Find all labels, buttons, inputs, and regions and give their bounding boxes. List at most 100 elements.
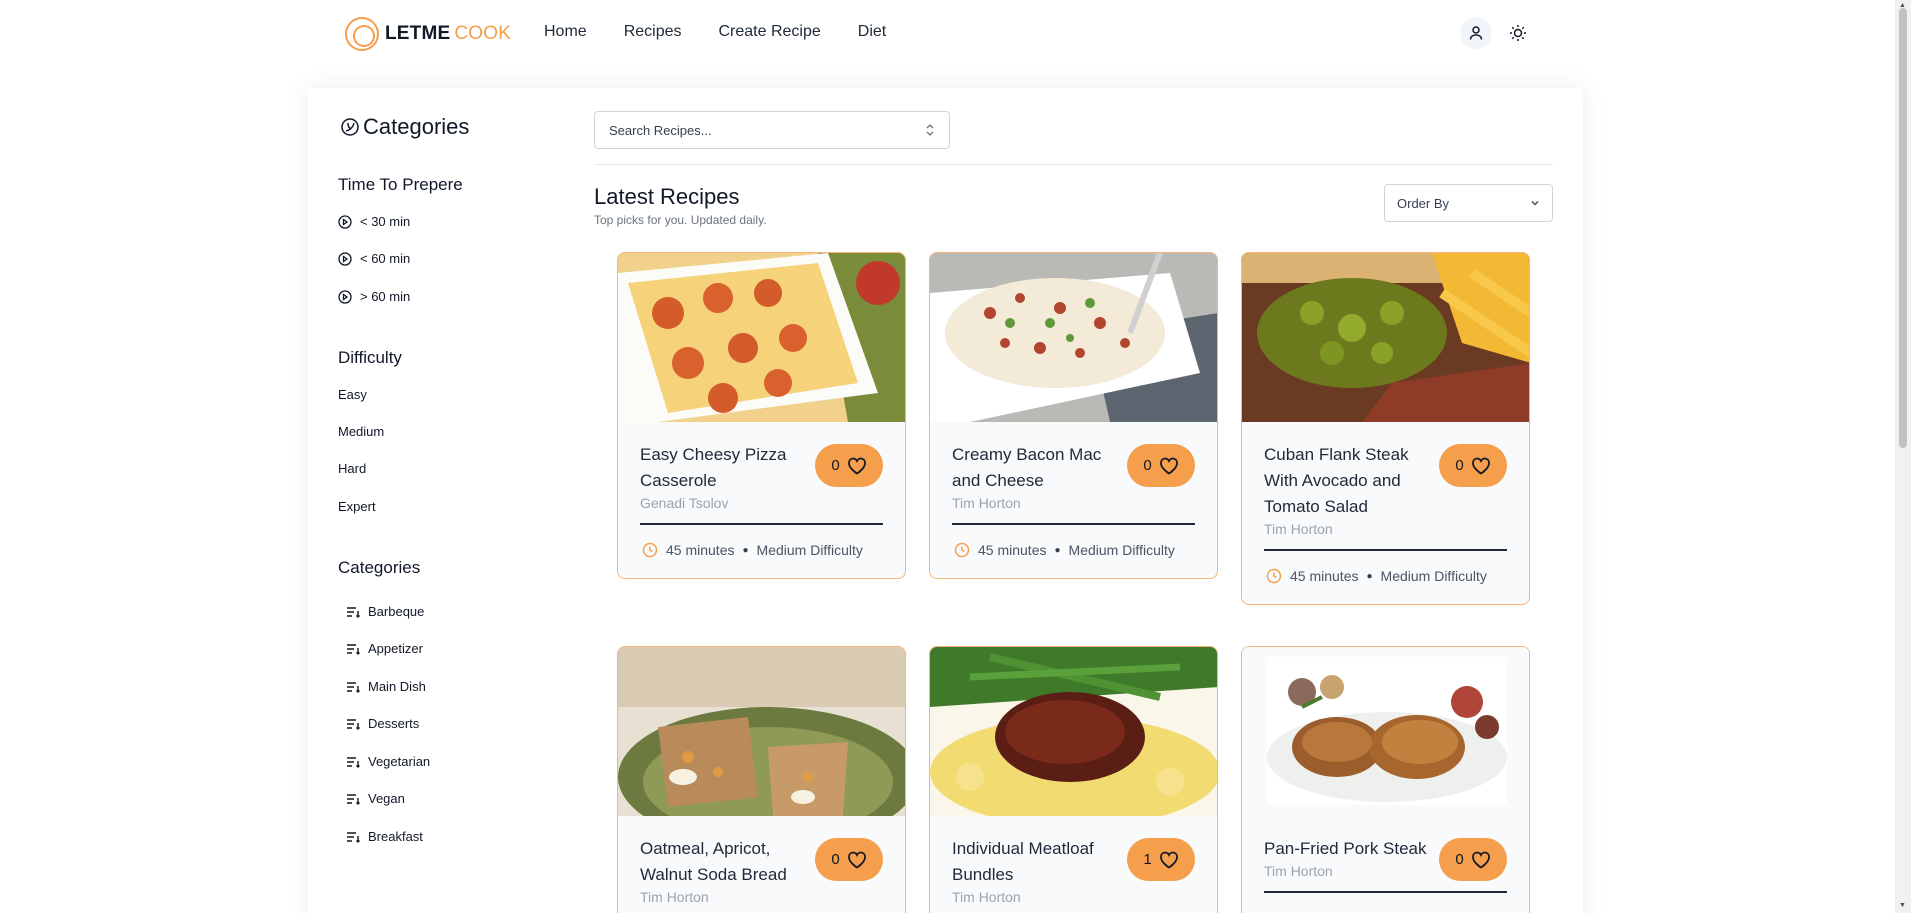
recipe-title[interactable]: Pan-Fried Pork Steak — [1264, 836, 1429, 862]
recipe-title[interactable]: Individual Meatloaf Bundles — [952, 836, 1117, 888]
difficulty-medium[interactable]: Medium — [338, 424, 384, 439]
category-desserts[interactable]: Desserts — [346, 716, 419, 731]
category-vegan[interactable]: Vegan — [346, 791, 405, 806]
recipe-time: 45 minutes — [978, 542, 1047, 558]
latest-recipes-title: Latest Recipes — [594, 184, 740, 209]
leaf-circle-icon — [341, 118, 359, 136]
recipe-title[interactable]: Creamy Bacon Mac and Cheese — [952, 442, 1117, 494]
difficulty-expert[interactable]: Expert — [338, 499, 376, 514]
clock-icon — [1266, 568, 1282, 584]
recipe-card[interactable]: Oatmeal, Apricot, Walnut Soda Bread Tim … — [617, 646, 906, 913]
top-navbar: LETME COOK Home Recipes Create Recipe Di… — [0, 0, 1895, 68]
sun-icon — [1510, 25, 1526, 41]
category-label: Vegan — [368, 791, 405, 806]
like-button[interactable]: 1 — [1127, 838, 1195, 881]
search-placeholder: Search Recipes... — [609, 122, 712, 138]
recipe-card-body: Pan-Fried Pork Steak Tim Horton 0 — [1242, 816, 1529, 893]
categories-heading: Categories — [338, 558, 421, 577]
user-button[interactable] — [1460, 17, 1492, 49]
recipe-image[interactable] — [930, 647, 1217, 816]
category-label: Main Dish — [368, 679, 426, 694]
recipe-meta: 45 minutes ● Medium Difficulty — [952, 525, 1195, 578]
difficulty-easy[interactable]: Easy — [338, 387, 367, 402]
brand-logo[interactable]: LETME COOK — [345, 17, 511, 51]
like-count: 0 — [831, 457, 840, 474]
list-icon — [347, 606, 360, 618]
like-button[interactable]: 0 — [815, 444, 883, 487]
recipe-card-body: Individual Meatloaf Bundles Tim Horton 1 — [930, 816, 1217, 905]
list-icon — [347, 643, 360, 655]
nav-create-recipe[interactable]: Create Recipe — [719, 23, 821, 41]
meta-separator: ● — [1366, 570, 1373, 582]
recipe-author: Genadi Tsolov — [640, 495, 729, 511]
latest-recipes-subtitle: Top picks for you. Updated daily. — [594, 213, 767, 227]
clock-icon — [954, 542, 970, 558]
time-item-gt60[interactable]: > 60 min — [338, 289, 410, 304]
search-input[interactable]: Search Recipes... — [594, 111, 950, 149]
like-count: 0 — [1455, 457, 1464, 474]
category-label: Appetizer — [368, 641, 423, 656]
chevron-updown-icon — [926, 124, 934, 136]
recipe-meta: 45 minutes ● Medium Difficulty — [640, 525, 883, 578]
like-count: 0 — [1455, 851, 1464, 868]
recipe-card-body: Oatmeal, Apricot, Walnut Soda Bread Tim … — [618, 816, 905, 905]
like-count: 0 — [1143, 457, 1152, 474]
brand-name-b: COOK — [454, 23, 512, 44]
category-vegetarian[interactable]: Vegetarian — [346, 754, 430, 769]
category-appetizer[interactable]: Appetizer — [346, 641, 423, 656]
recipe-time: 45 minutes — [666, 542, 735, 558]
nav-diet[interactable]: Diet — [858, 23, 886, 41]
recipe-difficulty: Medium Difficulty — [1380, 568, 1487, 584]
page-scrollbar[interactable]: ▲ ▼ — [1895, 0, 1911, 913]
orange-logo-icon — [345, 17, 379, 51]
recipe-title[interactable]: Cuban Flank Steak With Avocado and Tomat… — [1264, 442, 1429, 520]
brand-name: LETME COOK — [385, 23, 511, 45]
difficulty-hard[interactable]: Hard — [338, 461, 366, 476]
sidebar-title: Categories — [340, 114, 469, 140]
difficulty-heading: Difficulty — [338, 348, 402, 367]
like-button[interactable]: 0 — [815, 838, 883, 881]
recipe-card-body: Cuban Flank Steak With Avocado and Tomat… — [1242, 422, 1529, 604]
recipe-image[interactable] — [618, 647, 905, 816]
clock-play-icon — [338, 289, 352, 304]
heart-icon — [1471, 457, 1490, 475]
time-item-lt30[interactable]: < 30 min — [338, 214, 410, 229]
scrollbar-thumb[interactable] — [1899, 8, 1907, 448]
recipe-title[interactable]: Oatmeal, Apricot, Walnut Soda Bread — [640, 836, 805, 888]
nav-home[interactable]: Home — [544, 23, 587, 41]
recipe-author: Tim Horton — [952, 495, 1021, 511]
recipe-card[interactable]: Cuban Flank Steak With Avocado and Tomat… — [1241, 252, 1530, 605]
recipe-card[interactable]: Individual Meatloaf Bundles Tim Horton 1 — [929, 646, 1218, 913]
nav-recipes[interactable]: Recipes — [624, 23, 682, 41]
list-icon — [347, 681, 360, 693]
recipe-card[interactable]: Creamy Bacon Mac and Cheese Tim Horton 0… — [929, 252, 1218, 579]
order-by-select[interactable]: Order By — [1384, 184, 1553, 222]
like-button[interactable]: 0 — [1439, 444, 1507, 487]
clock-icon — [642, 542, 658, 558]
recipe-image[interactable] — [1242, 647, 1529, 816]
recipe-image[interactable] — [618, 253, 905, 422]
like-count: 0 — [831, 851, 840, 868]
recipe-card-body: Easy Cheesy Pizza Casserole Genadi Tsolo… — [618, 422, 905, 578]
recipe-card[interactable]: Easy Cheesy Pizza Casserole Genadi Tsolo… — [617, 252, 906, 579]
category-breakfast[interactable]: Breakfast — [346, 829, 423, 844]
recipe-meta: 45 minutes ● Medium Difficulty — [1264, 551, 1507, 604]
heart-icon — [847, 851, 866, 869]
recipe-difficulty: Medium Difficulty — [756, 542, 863, 558]
list-icon — [347, 756, 360, 768]
time-item-label: < 30 min — [360, 214, 411, 229]
category-main-dish[interactable]: Main Dish — [346, 679, 426, 694]
recipe-image[interactable] — [1242, 253, 1529, 422]
order-by-label: Order By — [1397, 195, 1450, 211]
header-actions — [1460, 17, 1534, 49]
scroll-down-icon[interactable]: ▼ — [1899, 902, 1906, 909]
recipe-image[interactable] — [930, 253, 1217, 422]
like-button[interactable]: 0 — [1439, 838, 1507, 881]
like-button[interactable]: 0 — [1127, 444, 1195, 487]
category-barbeque[interactable]: Barbeque — [346, 604, 424, 619]
theme-toggle-button[interactable] — [1502, 17, 1534, 49]
recipe-card[interactable]: Pan-Fried Pork Steak Tim Horton 0 — [1241, 646, 1530, 913]
heart-icon — [1159, 457, 1178, 475]
recipe-title[interactable]: Easy Cheesy Pizza Casserole — [640, 442, 805, 494]
time-item-lt60[interactable]: < 60 min — [338, 251, 410, 266]
